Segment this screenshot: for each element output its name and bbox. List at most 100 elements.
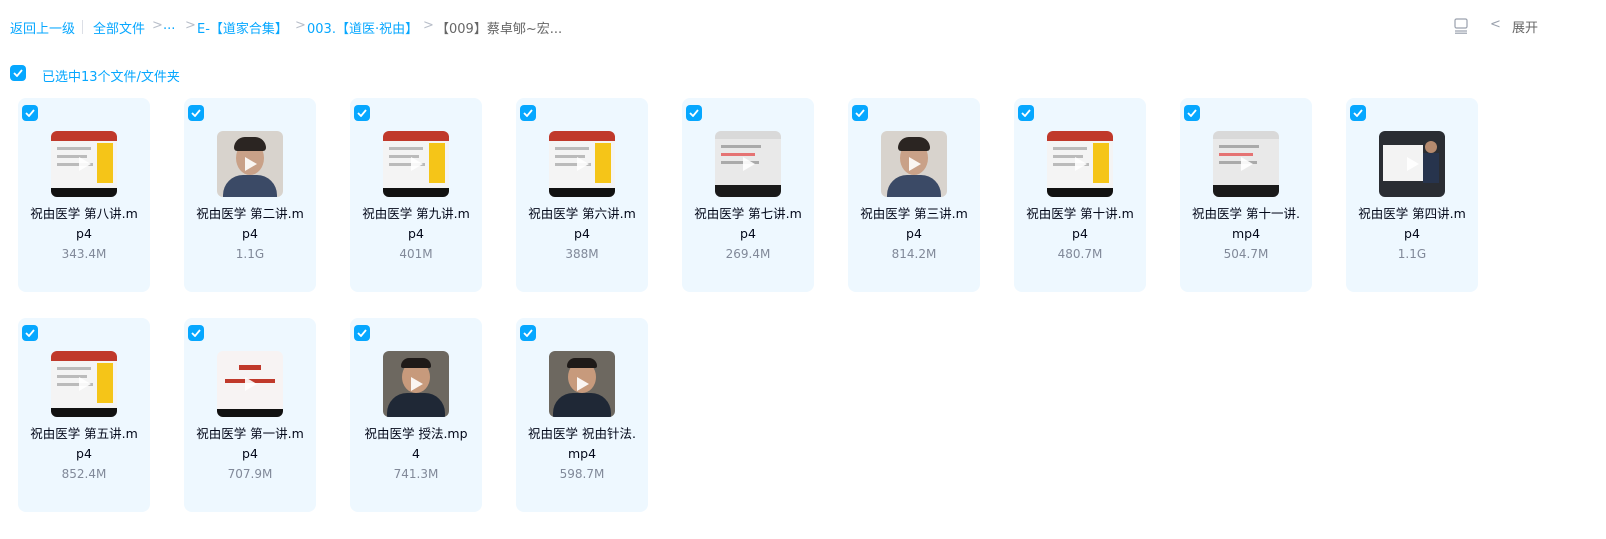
- play-icon: [1407, 157, 1419, 171]
- file-checkbox[interactable]: [1018, 105, 1034, 121]
- play-icon: [79, 377, 91, 391]
- file-checkbox[interactable]: [188, 105, 204, 121]
- chevron-right-icon: >: [295, 18, 306, 33]
- file-name-line: 祝由医学 第三讲.m: [860, 206, 968, 221]
- chevron-left-icon[interactable]: <: [1490, 17, 1501, 32]
- file-name-line: p4: [242, 226, 258, 241]
- file-size: 504.7M: [1223, 247, 1269, 261]
- file-name[interactable]: 祝由医学 第八讲.m p4: [24, 204, 144, 244]
- video-thumbnail[interactable]: [549, 131, 615, 197]
- file-size: 707.9M: [227, 467, 273, 481]
- file-size: 598.7M: [559, 467, 605, 481]
- file-name[interactable]: 祝由医学 第二讲.m p4: [190, 204, 310, 244]
- file-size: 1.1G: [1397, 247, 1427, 261]
- file-name-line: 祝由医学 第二讲.m: [196, 206, 304, 221]
- video-thumbnail[interactable]: [383, 351, 449, 417]
- file-checkbox[interactable]: [852, 105, 868, 121]
- breadcrumb: 返回上一级 全部文件 > ... > E-【道家合集】 > 003.【道医·祝由…: [10, 16, 1606, 38]
- check-icon: [523, 329, 533, 337]
- chevron-right-icon: >: [423, 18, 434, 33]
- video-thumbnail[interactable]: [1379, 131, 1445, 197]
- file-checkbox[interactable]: [354, 325, 370, 341]
- check-icon: [191, 109, 201, 117]
- video-thumbnail[interactable]: [51, 351, 117, 417]
- file-checkbox[interactable]: [354, 105, 370, 121]
- file-grid: 祝由医学 第八讲.m p4 343.4M 祝由医学 第二讲.m p4 1.1G 祝由医学 第…: [18, 98, 1518, 528]
- breadcrumb-e-folder[interactable]: E-【道家合集】: [197, 18, 288, 37]
- file-name[interactable]: 祝由医学 第十讲.m p4: [1020, 204, 1140, 244]
- video-thumbnail[interactable]: [549, 351, 615, 417]
- play-icon: [245, 377, 257, 391]
- file-size: 814.2M: [891, 247, 937, 261]
- file-size: 852.4M: [61, 467, 107, 481]
- file-card[interactable]: 祝由医学 第九讲.m p4 401M: [350, 98, 482, 292]
- file-card[interactable]: 祝由医学 第五讲.m p4 852.4M: [18, 318, 150, 512]
- breadcrumb-all-files[interactable]: 全部文件: [93, 18, 145, 37]
- file-name[interactable]: 祝由医学 第九讲.m p4: [356, 204, 476, 244]
- list-view-icon[interactable]: [1454, 18, 1468, 38]
- file-card[interactable]: 祝由医学 第六讲.m p4 388M: [516, 98, 648, 292]
- file-card[interactable]: 祝由医学 第三讲.m p4 814.2M: [848, 98, 980, 292]
- file-card[interactable]: 祝由医学 第十讲.m p4 480.7M: [1014, 98, 1146, 292]
- file-name[interactable]: 祝由医学 第七讲.m p4: [688, 204, 808, 244]
- file-checkbox[interactable]: [520, 325, 536, 341]
- video-thumbnail[interactable]: [51, 131, 117, 197]
- file-name[interactable]: 祝由医学 第一讲.m p4: [190, 424, 310, 464]
- select-all-checkbox[interactable]: [10, 65, 26, 81]
- file-name[interactable]: 祝由医学 第四讲.m p4: [1352, 204, 1472, 244]
- file-card[interactable]: 祝由医学 第十一讲. mp4 504.7M: [1180, 98, 1312, 292]
- file-card[interactable]: 祝由医学 第七讲.m p4 269.4M: [682, 98, 814, 292]
- file-checkbox[interactable]: [520, 105, 536, 121]
- selection-count-label: 已选中13个文件/文件夹: [42, 70, 180, 85]
- file-checkbox[interactable]: [1350, 105, 1366, 121]
- file-checkbox[interactable]: [1184, 105, 1200, 121]
- file-checkbox[interactable]: [22, 325, 38, 341]
- video-thumbnail[interactable]: [1047, 131, 1113, 197]
- check-icon: [689, 109, 699, 117]
- breadcrumb-current: 【009】蔡卓郇~宏...: [436, 22, 563, 37]
- breadcrumb-ellipsis[interactable]: ...: [163, 18, 175, 33]
- video-thumbnail[interactable]: [217, 131, 283, 197]
- file-name-line: p4: [574, 226, 590, 241]
- file-name-line: mp4: [567, 446, 597, 461]
- file-name[interactable]: 祝由医学 第六讲.m p4: [522, 204, 642, 244]
- play-icon: [411, 377, 423, 391]
- video-thumbnail[interactable]: [383, 131, 449, 197]
- file-card[interactable]: 祝由医学 第二讲.m p4 1.1G: [184, 98, 316, 292]
- file-name[interactable]: 祝由医学 授法.mp 4: [356, 424, 476, 464]
- file-name[interactable]: 祝由医学 第三讲.m p4: [854, 204, 974, 244]
- file-checkbox[interactable]: [22, 105, 38, 121]
- video-thumbnail[interactable]: [1213, 131, 1279, 197]
- check-icon: [523, 109, 533, 117]
- file-name[interactable]: 祝由医学 第十一讲. mp4: [1186, 204, 1306, 244]
- file-name[interactable]: 祝由医学 祝由针法. mp4: [522, 424, 642, 464]
- file-size: 388M: [565, 247, 599, 261]
- file-card[interactable]: 祝由医学 祝由针法. mp4 598.7M: [516, 318, 648, 512]
- file-checkbox[interactable]: [686, 105, 702, 121]
- file-name-line: 祝由医学 第一讲.m: [196, 426, 304, 441]
- check-icon: [357, 109, 367, 117]
- chevron-right-icon: >: [185, 18, 196, 33]
- file-card[interactable]: 祝由医学 第八讲.m p4 343.4M: [18, 98, 150, 292]
- video-thumbnail[interactable]: [881, 131, 947, 197]
- file-card[interactable]: 祝由医学 第四讲.m p4 1.1G: [1346, 98, 1478, 292]
- check-icon: [25, 329, 35, 337]
- file-name-line: p4: [242, 446, 258, 461]
- breadcrumb-folder-003[interactable]: 003.【道医·祝由】: [307, 18, 418, 37]
- back-link[interactable]: 返回上一级: [10, 18, 75, 37]
- file-checkbox[interactable]: [188, 325, 204, 341]
- file-name-line: p4: [76, 226, 92, 241]
- file-size: 269.4M: [725, 247, 771, 261]
- check-icon: [1353, 109, 1363, 117]
- video-thumbnail[interactable]: [715, 131, 781, 197]
- file-name-line: 祝由医学 授法.mp: [364, 426, 468, 441]
- check-icon: [191, 329, 201, 337]
- video-thumbnail[interactable]: [217, 351, 283, 417]
- expand-button[interactable]: 展开: [1512, 17, 1538, 36]
- file-name-line: p4: [906, 226, 922, 241]
- file-name-line: p4: [740, 226, 756, 241]
- file-size: 741.3M: [393, 467, 439, 481]
- file-name[interactable]: 祝由医学 第五讲.m p4: [24, 424, 144, 464]
- file-card[interactable]: 祝由医学 第一讲.m p4 707.9M: [184, 318, 316, 512]
- file-card[interactable]: 祝由医学 授法.mp 4 741.3M: [350, 318, 482, 512]
